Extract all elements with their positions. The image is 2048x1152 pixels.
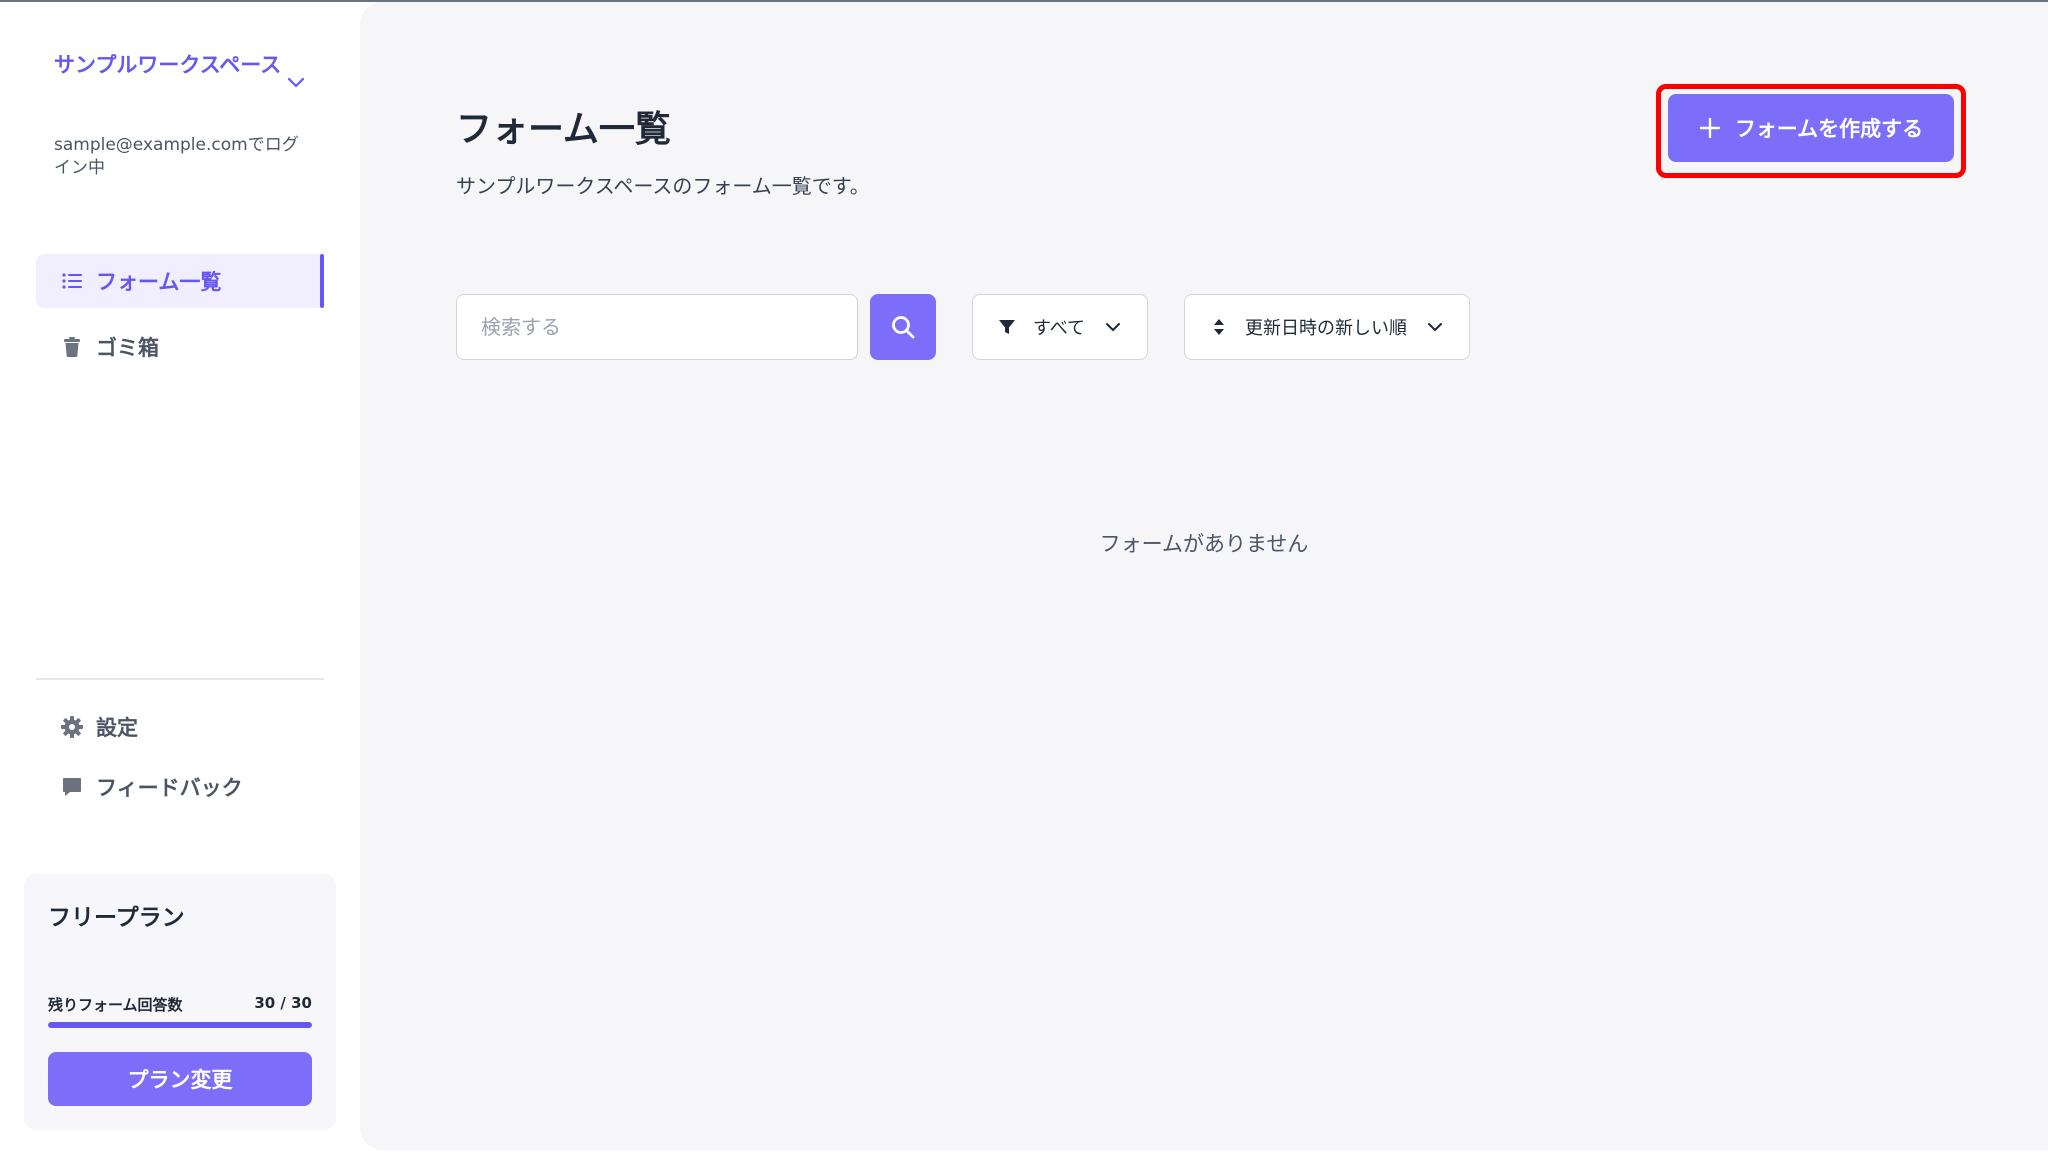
search-input[interactable] bbox=[456, 294, 858, 360]
workspace-name[interactable]: サンプルワークスペース bbox=[54, 50, 284, 81]
sidebar-item-trash[interactable]: ゴミ箱 bbox=[36, 320, 324, 374]
sort-icon bbox=[1209, 317, 1229, 337]
create-form-label: フォームを作成する bbox=[1734, 117, 1924, 141]
sidebar-item-label: フォーム一覧 bbox=[96, 270, 222, 294]
page-title: フォーム一覧 bbox=[456, 109, 671, 150]
page-description: サンプルワークスペースのフォーム一覧です。 bbox=[456, 174, 870, 198]
sidebar-item-label: フィードバック bbox=[96, 776, 243, 800]
create-form-button[interactable]: フォームを作成する bbox=[1668, 94, 1954, 162]
sidebar-item-label: 設定 bbox=[96, 716, 138, 740]
plan-card: フリープラン 残りフォーム回答数 30 / 30 プラン変更 bbox=[24, 874, 336, 1130]
sort-label: 更新日時の新しい順 bbox=[1245, 318, 1407, 339]
search-icon bbox=[892, 316, 915, 339]
sidebar: サンプルワークスペース sample@example.comでログイン中 フォー… bbox=[0, 2, 360, 1152]
usage-progress-bar bbox=[48, 1022, 312, 1028]
sidebar-item-settings[interactable]: 設定 bbox=[60, 712, 138, 742]
chevron-down-icon bbox=[1428, 323, 1442, 331]
usage-progress-fill bbox=[48, 1022, 312, 1028]
empty-state-message: フォームがありません bbox=[1099, 532, 1309, 556]
sort-dropdown[interactable]: 更新日時の新しい順 bbox=[1184, 294, 1470, 360]
list-icon bbox=[60, 269, 84, 293]
sidebar-item-feedback[interactable]: フィードバック bbox=[60, 772, 243, 802]
chat-bubble-icon bbox=[60, 775, 84, 799]
plan-title: フリープラン bbox=[48, 905, 185, 931]
sidebar-item-forms[interactable]: フォーム一覧 bbox=[36, 254, 324, 308]
login-status: sample@example.comでログイン中 bbox=[54, 135, 299, 178]
trash-icon bbox=[60, 335, 84, 359]
filter-dropdown[interactable]: すべて bbox=[972, 294, 1148, 360]
sidebar-item-label: ゴミ箱 bbox=[96, 336, 159, 360]
chevron-down-icon[interactable] bbox=[284, 70, 308, 94]
change-plan-button[interactable]: プラン変更 bbox=[48, 1052, 312, 1106]
usage-label: 残りフォーム回答数 bbox=[48, 996, 183, 1014]
sidebar-divider bbox=[36, 678, 324, 680]
plus-icon bbox=[1699, 117, 1721, 139]
gear-icon bbox=[60, 715, 84, 739]
usage-count: 30 / 30 bbox=[254, 994, 312, 1012]
search-button[interactable] bbox=[870, 294, 936, 360]
filter-icon bbox=[997, 317, 1017, 337]
filter-label: すべて bbox=[1033, 318, 1086, 339]
chevron-down-icon bbox=[1106, 323, 1121, 331]
main-content: フォーム一覧 サンプルワークスペースのフォーム一覧です。 フォームを作成する す… bbox=[360, 2, 2048, 1150]
